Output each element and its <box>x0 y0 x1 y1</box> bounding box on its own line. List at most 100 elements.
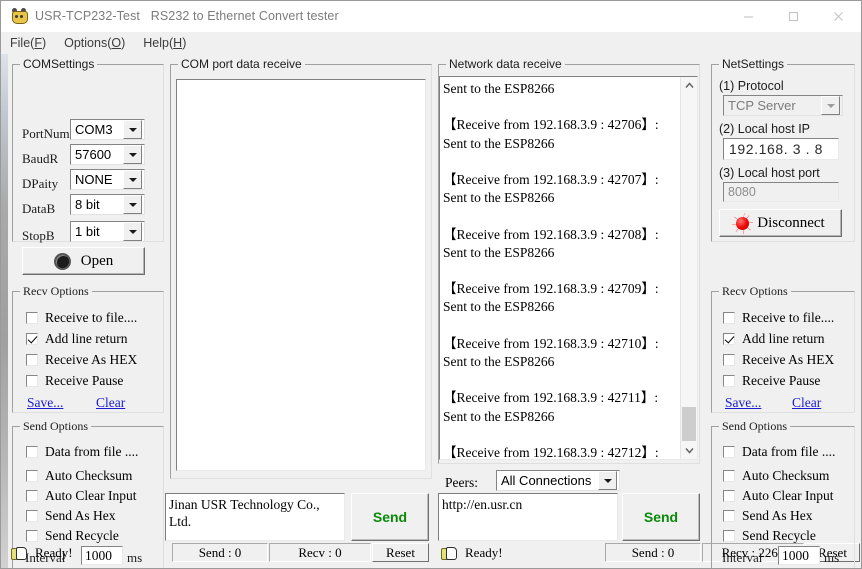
checkbox-icon[interactable] <box>723 490 735 502</box>
portnum-combo[interactable]: COM3 <box>70 119 145 140</box>
disconnect-button-label: Disconnect <box>757 214 825 231</box>
right-receive-as-hex-checkbox[interactable]: Receive As HEX <box>723 352 834 368</box>
right-send-as-hex-checkbox[interactable]: Send As Hex <box>723 508 813 524</box>
right-receive-pause-checkbox[interactable]: Receive Pause <box>723 373 820 389</box>
left-interval-input[interactable]: 1000 <box>81 546 123 565</box>
menu-options[interactable]: Options(O) <box>62 34 133 52</box>
net-receive-textarea[interactable]: Sent to the ESP8266 【Receive from 192.16… <box>439 76 698 460</box>
left-auto-checksum-checkbox[interactable]: Auto Checksum <box>26 468 132 484</box>
left-recv-clear-link[interactable]: Clear <box>96 395 125 411</box>
scrollbar-thumb[interactable] <box>682 407 696 441</box>
left-add-line-return-checkbox[interactable]: Add line return <box>26 331 127 347</box>
scroll-down-icon[interactable] <box>681 442 697 459</box>
com-receive-textarea[interactable] <box>176 79 426 471</box>
checkbox-icon[interactable] <box>26 510 38 522</box>
datab-combo[interactable]: 8 bit <box>70 194 145 215</box>
right-receive-as-hex-label: Receive As HEX <box>742 352 835 367</box>
checkbox-icon[interactable] <box>723 312 735 324</box>
right-auto-checksum-checkbox[interactable]: Auto Checksum <box>723 468 829 484</box>
left-receive-pause-checkbox[interactable]: Receive Pause <box>26 373 123 389</box>
dparity-value: NONE <box>75 172 113 187</box>
right-receive-to-file-label: Receive to file.... <box>742 310 835 325</box>
right-add-line-return-checkbox[interactable]: Add line return <box>723 331 824 347</box>
com-send-input[interactable]: Jinan USR Technology Co., Ltd. <box>165 493 345 541</box>
chevron-down-icon[interactable] <box>123 195 142 214</box>
right-recv-clear-link[interactable]: Clear <box>792 395 821 411</box>
local-host-ip-value: 192.168. 3 . 8 <box>729 141 824 157</box>
left-status-ready: Ready! <box>11 545 73 561</box>
com-receive-legend: COM port data receive <box>178 57 305 71</box>
protocol-label: (1) Protocol <box>719 79 784 93</box>
right-data-from-file-checkbox[interactable]: Data from file .... <box>723 444 835 460</box>
checkbox-icon[interactable] <box>723 446 735 458</box>
baudr-combo[interactable]: 57600 <box>70 144 145 165</box>
checkbox-icon[interactable] <box>723 530 735 542</box>
chevron-down-icon[interactable] <box>123 145 142 164</box>
checkbox-icon[interactable] <box>723 375 735 387</box>
left-send-as-hex-label: Send As Hex <box>45 508 116 523</box>
checkbox-icon[interactable] <box>723 510 735 522</box>
left-send-as-hex-checkbox[interactable]: Send As Hex <box>26 508 116 524</box>
right-auto-clear-input-checkbox[interactable]: Auto Clear Input <box>723 488 833 504</box>
left-send-recycle-checkbox[interactable]: Send Recycle <box>26 528 119 544</box>
protocol-combo[interactable]: TCP Server <box>723 95 843 116</box>
right-receive-to-file-checkbox[interactable]: Receive to file.... <box>723 310 834 326</box>
local-host-port-input[interactable]: 8080 <box>723 182 839 202</box>
right-send-recycle-checkbox[interactable]: Send Recycle <box>723 528 816 544</box>
left-data-from-file-checkbox[interactable]: Data from file .... <box>26 444 138 460</box>
local-host-ip-input[interactable]: 192.168. 3 . 8 <box>723 138 839 160</box>
left-receive-as-hex-checkbox[interactable]: Receive As HEX <box>26 352 137 368</box>
peers-combo[interactable]: All Connections <box>496 470 620 491</box>
com-send-button[interactable]: Send <box>351 493 429 541</box>
checkbox-icon[interactable] <box>26 490 38 502</box>
left-recv-options-legend: Recv Options <box>20 284 92 299</box>
dparity-combo[interactable]: NONE <box>70 169 145 190</box>
minimize-icon[interactable] <box>726 1 771 31</box>
local-host-port-value: 8080 <box>728 185 756 199</box>
open-button[interactable]: Open <box>22 247 145 275</box>
right-send-as-hex-label: Send As Hex <box>742 508 813 523</box>
left-receive-to-file-checkbox[interactable]: Receive to file.... <box>26 310 137 326</box>
chevron-down-icon[interactable] <box>123 170 142 189</box>
peers-label: Peers: <box>445 475 478 490</box>
chevron-down-icon[interactable] <box>598 471 617 490</box>
stopb-combo[interactable]: 1 bit <box>70 221 145 242</box>
right-interval-input[interactable]: 1000 <box>778 546 820 565</box>
menu-help[interactable]: Help(H) <box>141 34 194 52</box>
chevron-down-icon[interactable] <box>123 120 142 139</box>
maximize-icon[interactable] <box>771 1 816 31</box>
close-icon[interactable] <box>816 1 861 31</box>
window-title: USR-TCP232-Test RS232 to Ethernet Conver… <box>35 9 339 23</box>
checkbox-icon[interactable] <box>26 530 38 542</box>
menu-help-key: H <box>173 36 183 50</box>
left-auto-checksum-label: Auto Checksum <box>45 468 133 483</box>
menu-bar: File(F) Options(O) Help(H) <box>1 32 861 54</box>
disconnect-button[interactable]: Disconnect <box>719 209 842 237</box>
menu-file[interactable]: File(F) <box>8 34 54 52</box>
chevron-down-icon[interactable] <box>821 96 840 115</box>
menu-file-prefix: File( <box>10 36 35 50</box>
open-button-label: Open <box>80 252 114 269</box>
menu-file-suffix: ) <box>41 36 47 50</box>
checkbox-checked-icon[interactable] <box>723 333 735 345</box>
com-reset-button[interactable]: Reset <box>372 543 429 562</box>
net-send-input[interactable]: http://en.usr.cn <box>438 493 618 541</box>
checkbox-icon[interactable] <box>26 375 38 387</box>
chevron-down-icon[interactable] <box>123 222 142 241</box>
portnum-label: PortNum <box>22 126 70 141</box>
checkbox-icon[interactable] <box>26 312 38 324</box>
checkbox-icon[interactable] <box>26 354 38 366</box>
checkbox-icon[interactable] <box>723 470 735 482</box>
net-send-button[interactable]: Send <box>622 493 700 541</box>
net-receive-scrollbar[interactable] <box>680 77 697 459</box>
scroll-up-icon[interactable] <box>681 77 697 94</box>
portnum-value: COM3 <box>75 122 113 137</box>
checkbox-checked-icon[interactable] <box>26 333 38 345</box>
checkbox-icon[interactable] <box>26 446 38 458</box>
right-recv-save-link[interactable]: Save... <box>725 395 761 411</box>
checkbox-icon[interactable] <box>723 354 735 366</box>
left-recv-save-link[interactable]: Save... <box>27 395 63 411</box>
left-auto-clear-input-checkbox[interactable]: Auto Clear Input <box>26 488 136 504</box>
pointing-hand-icon <box>441 546 457 560</box>
checkbox-icon[interactable] <box>26 470 38 482</box>
